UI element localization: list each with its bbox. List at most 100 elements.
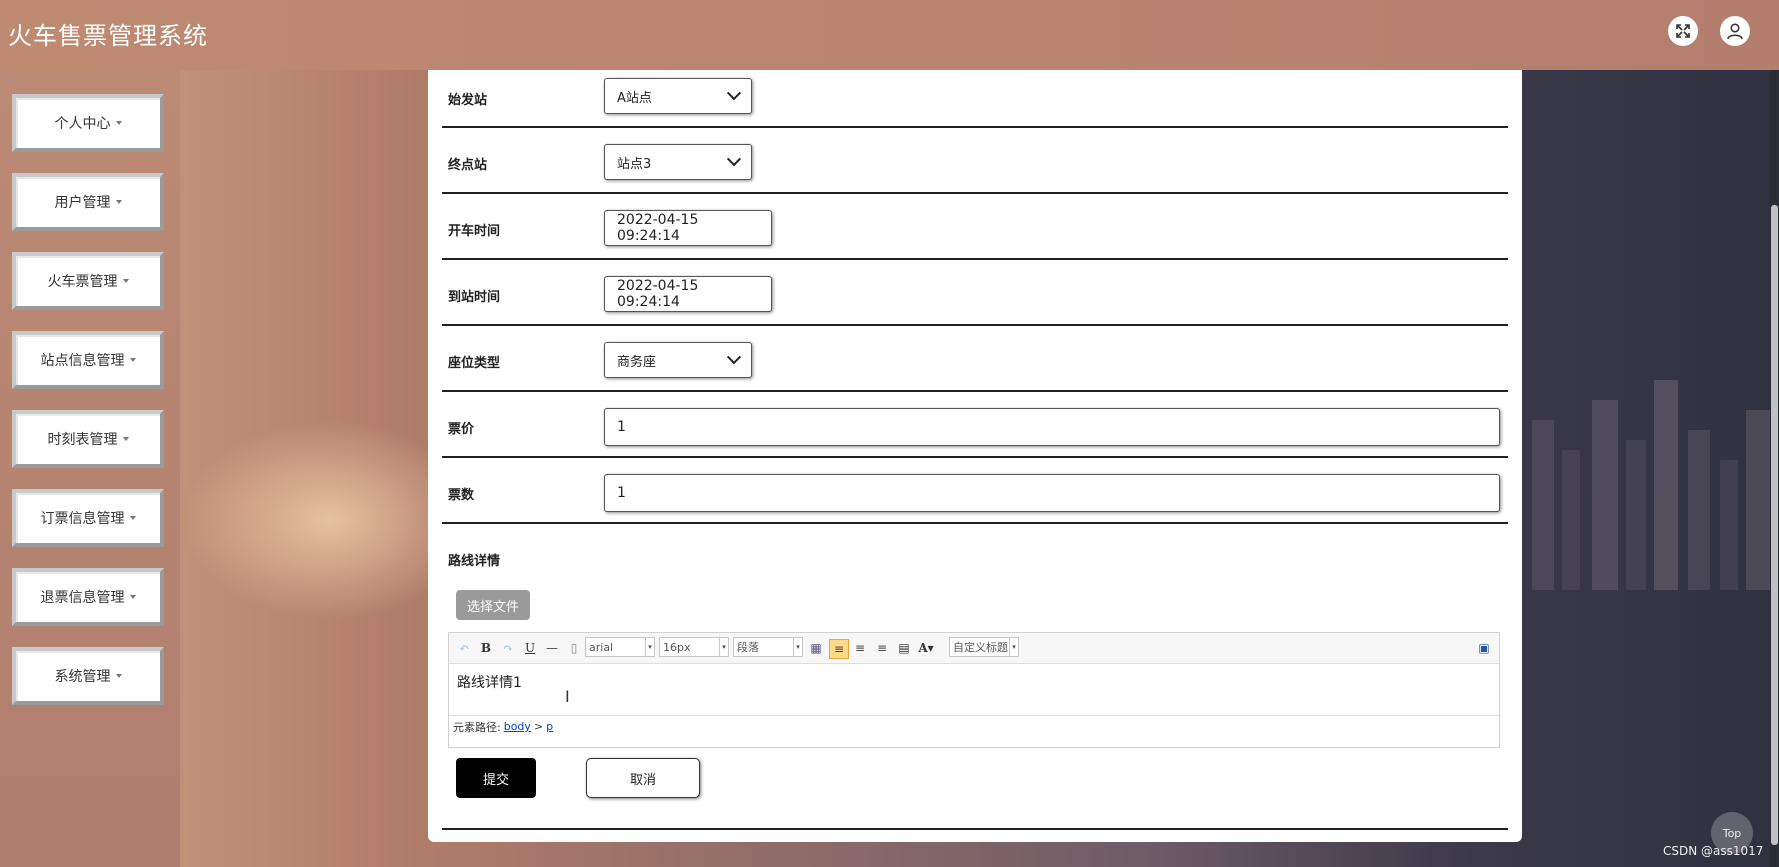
form-row-end-station: 终点站 站点3 (442, 128, 1508, 194)
element-path-bar: 元素路径: body > p (449, 715, 1499, 737)
caret-down-icon (129, 358, 136, 362)
font-color-icon[interactable]: A▾ (917, 639, 935, 657)
sidebar-item-label: 订票信息管理 (40, 511, 125, 527)
sidebar-item-station-management[interactable]: 站点信息管理 (12, 331, 164, 389)
sidebar-item-label: 站点信息管理 (40, 353, 125, 369)
depart-time-input[interactable]: 2022-04-15 09:24:14 (604, 210, 772, 246)
align-justify-icon[interactable]: ▤ (895, 639, 913, 657)
sidebar-item-personal-center[interactable]: 个人中心 (12, 94, 164, 152)
sidebar-item-label: 火车票管理 (47, 274, 118, 290)
cancel-button[interactable]: 取消 (586, 758, 700, 798)
caret-down-icon (122, 437, 129, 441)
font-family-select[interactable]: arial ▾ (585, 637, 655, 657)
ticket-form-panel: 始发站 A站点 终点站 站点3 开车时间 2022-04-15 09:24:14… (428, 70, 1522, 842)
end-station-label: 终点站 (448, 158, 488, 173)
seat-type-select[interactable]: 商务座 (604, 342, 752, 378)
font-size-select[interactable]: 16px ▾ (659, 637, 729, 657)
arrive-time-label: 到站时间 (448, 290, 501, 305)
redo-icon[interactable]: ↷ (499, 639, 517, 657)
sidebar-item-label: 个人中心 (54, 116, 111, 132)
caret-down-icon (115, 121, 122, 125)
dropdown-arrow-icon: ▾ (719, 638, 728, 656)
sidebar: 个人中心 用户管理 火车票管理 站点信息管理 时刻表管理 订票信息管理 退票信息… (0, 70, 180, 867)
sidebar-item-refund-management[interactable]: 退票信息管理 (12, 568, 164, 626)
form-row-seat-type: 座位类型 商务座 (442, 326, 1508, 392)
end-station-select[interactable]: 站点3 (604, 144, 752, 180)
chevron-down-icon (726, 86, 742, 101)
seat-type-value: 商务座 (617, 354, 657, 370)
sidebar-item-user-management[interactable]: 用户管理 (12, 173, 164, 231)
price-input[interactable]: 1 (604, 408, 1500, 446)
align-left-icon[interactable]: ≡ (829, 639, 849, 659)
caret-down-icon (129, 516, 136, 520)
form-row-quantity: 票数 1 (442, 458, 1508, 524)
editor-toolbar: ↶ B ↷ U — ▯ arial ▾ 16px ▾ 段落 ▾ ▦ ≡ ≡ ≡ … (449, 633, 1499, 664)
element-path-label: 元素路径: (453, 720, 501, 734)
custom-title-select[interactable]: 自定义标题 ▾ (949, 637, 1019, 657)
sidebar-item-label: 时刻表管理 (47, 432, 118, 448)
caret-down-icon (115, 674, 122, 678)
form-row-start-station: 始发站 A站点 (442, 70, 1508, 128)
submit-button[interactable]: 提交 (456, 758, 536, 798)
editor-paragraph: 路线详情1 (457, 675, 522, 691)
sidebar-item-booking-management[interactable]: 订票信息管理 (12, 489, 164, 547)
sidebar-item-label: 退票信息管理 (40, 590, 125, 606)
chevron-down-icon (726, 350, 742, 365)
table-icon[interactable]: ▦ (807, 639, 825, 657)
document-icon[interactable]: ▯ (565, 639, 583, 657)
depart-time-label: 开车时间 (448, 224, 501, 239)
end-station-value: 站点3 (617, 156, 652, 172)
editor-content-area[interactable]: 路线详情1 I (449, 663, 1499, 715)
form-row-depart-time: 开车时间 2022-04-15 09:24:14 (442, 194, 1508, 260)
seat-type-label: 座位类型 (448, 356, 501, 371)
watermark: CSDN @ass1017 (1663, 844, 1764, 858)
sidebar-item-label: 用户管理 (54, 195, 111, 211)
start-station-label: 始发站 (448, 93, 488, 108)
horizontal-rule-icon[interactable]: — (543, 639, 561, 657)
route-details-label: 路线详情 (448, 554, 501, 569)
text-cursor-icon: I (565, 687, 570, 706)
undo-icon[interactable]: ↶ (455, 639, 473, 657)
price-label: 票价 (448, 422, 475, 437)
dropdown-arrow-icon: ▾ (1009, 638, 1018, 656)
dropdown-arrow-icon: ▾ (645, 638, 654, 656)
form-row-price: 票价 1 (442, 392, 1508, 458)
sidebar-item-timetable-management[interactable]: 时刻表管理 (12, 410, 164, 468)
align-right-icon[interactable]: ≡ (851, 639, 869, 657)
scrollbar-thumb[interactable] (1771, 205, 1778, 845)
font-family-value: arial (589, 640, 614, 654)
quantity-label: 票数 (448, 488, 475, 503)
path-p-link[interactable]: p (546, 720, 553, 733)
bold-icon[interactable]: B (477, 639, 495, 657)
path-body-link[interactable]: body (504, 720, 531, 733)
arrive-time-input[interactable]: 2022-04-15 09:24:14 (604, 276, 772, 312)
form-row-arrive-time: 到站时间 2022-04-15 09:24:14 (442, 260, 1508, 326)
user-button[interactable] (1720, 16, 1750, 46)
expand-icon (1676, 24, 1690, 38)
choose-file-button[interactable]: 选择文件 (456, 590, 530, 620)
dropdown-arrow-icon: ▾ (793, 638, 802, 656)
caret-down-icon (122, 279, 129, 283)
start-station-select[interactable]: A站点 (604, 78, 752, 114)
user-icon (1727, 23, 1743, 40)
city-skyline-image (1532, 380, 1774, 590)
sidebar-item-ticket-management[interactable]: 火车票管理 (12, 252, 164, 310)
align-center-icon[interactable]: ≡ (873, 639, 891, 657)
app-title: 火车售票管理系统 (8, 22, 208, 50)
paragraph-select[interactable]: 段落 ▾ (733, 637, 803, 657)
top-header: 火车售票管理系统 (0, 0, 1779, 70)
chevron-down-icon (726, 152, 742, 167)
font-size-value: 16px (663, 640, 691, 654)
fullscreen-button[interactable] (1668, 16, 1698, 46)
caret-down-icon (129, 595, 136, 599)
sidebar-item-label: 系统管理 (54, 669, 111, 685)
rich-text-editor: ↶ B ↷ U — ▯ arial ▾ 16px ▾ 段落 ▾ ▦ ≡ ≡ ≡ … (448, 632, 1500, 748)
sidebar-item-system-management[interactable]: 系统管理 (12, 647, 164, 705)
preview-icon[interactable]: ▣ (1475, 639, 1493, 657)
underline-icon[interactable]: U (521, 639, 539, 657)
path-separator: > (533, 720, 544, 733)
custom-title-value: 自定义标题 (953, 641, 1008, 654)
paragraph-value: 段落 (737, 641, 759, 654)
start-station-value: A站点 (617, 90, 652, 106)
quantity-input[interactable]: 1 (604, 474, 1500, 512)
